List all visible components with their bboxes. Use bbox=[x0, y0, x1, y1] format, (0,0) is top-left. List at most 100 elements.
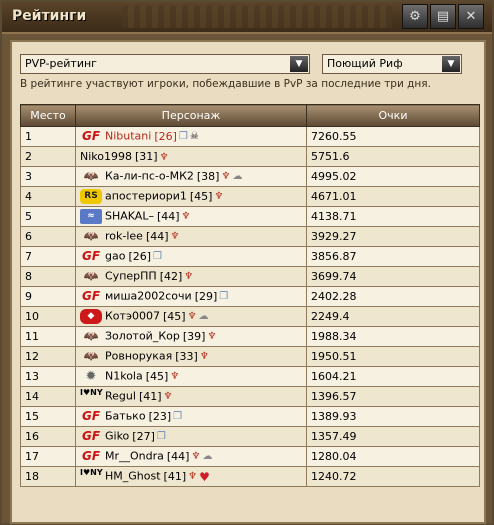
table-row[interactable]: 11 🦇 Золотой_Кор [39] ♆ 1988.34 bbox=[20, 326, 480, 347]
table-row[interactable]: 3 🦇 Ка-ли-пс-о-МК2 [38] ♆ ☁ 4995.02 bbox=[20, 166, 480, 187]
gift-icon[interactable]: ❒ bbox=[219, 291, 228, 302]
heart-icon[interactable]: ♥ bbox=[199, 470, 210, 484]
table-row[interactable]: 7 GF gao [26] ❒ 3856.87 bbox=[20, 246, 480, 267]
table-row[interactable]: 6 🦇 rok-lee [44] ♆ 3929.27 bbox=[20, 226, 480, 247]
character-name-link[interactable]: Mr__Ondra bbox=[105, 450, 164, 463]
character-name-link[interactable]: Regul bbox=[105, 390, 136, 403]
gift-icon[interactable]: ❒ bbox=[153, 251, 162, 262]
score-cell: 1389.93 bbox=[306, 406, 480, 427]
score-cell: 1240.72 bbox=[306, 466, 480, 487]
column-character[interactable]: Персонаж bbox=[75, 104, 307, 127]
character-name-link[interactable]: Niko1998 bbox=[80, 150, 132, 163]
table-row[interactable]: 15 GF Батько [23] ❒ 1389.93 bbox=[20, 406, 480, 427]
bird-icon[interactable]: ♆ bbox=[171, 231, 180, 242]
table-row[interactable]: 5 ≈ SHAKAL– [44] ♆ 4138.71 bbox=[20, 206, 480, 227]
bird-icon[interactable]: ♆ bbox=[164, 391, 173, 402]
character-cell: I♥NY HM_Ghost [41] ♆ ♥ bbox=[75, 466, 307, 487]
bird-icon[interactable]: ♆ bbox=[188, 471, 197, 482]
column-score[interactable]: Очки bbox=[306, 104, 480, 127]
cloud-icon[interactable]: ☁ bbox=[232, 171, 242, 182]
gift-icon[interactable]: ❒ bbox=[157, 431, 166, 442]
settings-icon[interactable]: ⚙ bbox=[402, 4, 428, 29]
clan-emblem-icon[interactable]: I♥NY bbox=[80, 389, 103, 404]
clan-emblem-icon[interactable]: 🦇 bbox=[80, 349, 102, 364]
bird-icon[interactable]: ♆ bbox=[188, 311, 197, 322]
bird-icon[interactable]: ♆ bbox=[207, 331, 216, 342]
clan-emblem-icon[interactable]: GF bbox=[80, 429, 102, 444]
clan-emblem-icon[interactable]: RS bbox=[80, 189, 102, 204]
chevron-down-icon[interactable]: ▼ bbox=[442, 56, 460, 72]
clan-emblem-icon[interactable]: 🦇 bbox=[80, 169, 102, 184]
cloud-icon[interactable]: ☁ bbox=[199, 311, 209, 322]
character-level: [44] bbox=[166, 449, 190, 463]
gift-icon[interactable]: ❒ bbox=[179, 131, 188, 142]
character-name-link[interactable]: Золотой_Кор bbox=[105, 330, 180, 343]
clan-emblem-icon[interactable]: 🦇 bbox=[80, 269, 102, 284]
cloud-icon[interactable]: ☁ bbox=[202, 451, 212, 462]
clan-emblem-icon[interactable]: ◆ bbox=[80, 309, 102, 324]
character-name-link[interactable]: Батько bbox=[105, 410, 146, 423]
clan-emblem-icon[interactable]: ✹ bbox=[80, 369, 102, 384]
table-header-row: Место Персонаж Очки bbox=[20, 104, 480, 127]
table-row[interactable]: 4 RS апостериори1 [45] ♆ 4671.01 bbox=[20, 186, 480, 207]
character-name-link[interactable]: HM_Ghost bbox=[105, 470, 161, 483]
clan-emblem-icon[interactable]: GF bbox=[80, 449, 102, 464]
bird-icon[interactable]: ♆ bbox=[182, 211, 191, 222]
skull-icon[interactable]: ☠ bbox=[190, 131, 199, 142]
place-cell: 11 bbox=[20, 326, 76, 347]
character-name-link[interactable]: N1kola bbox=[105, 370, 143, 383]
table-row[interactable]: 16 GF Giko [27] ❒ 1357.49 bbox=[20, 426, 480, 447]
gift-icon[interactable]: ❒ bbox=[173, 411, 182, 422]
character-name-link[interactable]: rok-lee bbox=[105, 230, 143, 243]
close-icon[interactable]: ✕ bbox=[458, 4, 484, 29]
rating-type-select[interactable]: PVP-рейтинг ▼ bbox=[20, 54, 310, 74]
clan-emblem-icon[interactable]: 🦇 bbox=[80, 229, 102, 244]
character-name-link[interactable]: Giko bbox=[105, 430, 129, 443]
bird-icon[interactable]: ♆ bbox=[160, 152, 169, 163]
character-cell: 🦇 Золотой_Кор [39] ♆ bbox=[75, 326, 307, 347]
table-row[interactable]: 17 GF Mr__Ondra [44] ♆ ☁ 1280.04 bbox=[20, 446, 480, 467]
title-bar[interactable]: Рейтинги ⚙ ▤ ✕ bbox=[2, 2, 492, 34]
table-row[interactable]: 9 GF миша2002сочи [29] ❒ 2402.28 bbox=[20, 286, 480, 307]
bird-icon[interactable]: ♆ bbox=[221, 171, 230, 182]
bird-icon[interactable]: ♆ bbox=[200, 351, 209, 362]
location-select[interactable]: Поющий Риф ▼ bbox=[322, 54, 462, 74]
clan-emblem-icon[interactable]: 🦇 bbox=[80, 329, 102, 344]
bird-icon[interactable]: ♆ bbox=[184, 271, 193, 282]
clan-emblem-icon[interactable]: GF bbox=[80, 289, 102, 304]
character-name-link[interactable]: Ровнорукая bbox=[105, 350, 172, 363]
character-name-link[interactable]: Котэ0007 bbox=[105, 310, 160, 323]
table-row[interactable]: 2 Niko1998 [31] ♆ 5751.6 bbox=[20, 146, 480, 167]
table-row[interactable]: 13 ✹ N1kola [45] ♆ 1604.21 bbox=[20, 366, 480, 387]
column-place[interactable]: Место bbox=[20, 104, 76, 127]
clan-emblem-icon[interactable]: ≈ bbox=[80, 209, 102, 224]
chevron-down-icon[interactable]: ▼ bbox=[290, 56, 308, 72]
clan-emblem-icon[interactable]: I♥NY bbox=[80, 469, 103, 484]
table-row[interactable]: 1 GF Nibutani [26] ❒ ☠ 7260.55 bbox=[20, 126, 480, 147]
character-level: [42] bbox=[159, 269, 183, 283]
table-row[interactable]: 10 ◆ Котэ0007 [45] ♆ ☁ 2249.4 bbox=[20, 306, 480, 327]
character-level: [23] bbox=[148, 409, 172, 423]
list-icon[interactable]: ▤ bbox=[430, 4, 456, 29]
character-name-link[interactable]: Ка-ли-пс-о-МК2 bbox=[105, 170, 194, 183]
bird-icon[interactable]: ♆ bbox=[170, 371, 179, 382]
character-name-link[interactable]: СуперПП bbox=[105, 270, 157, 283]
place-cell: 3 bbox=[20, 166, 76, 187]
character-name-link[interactable]: миша2002сочи bbox=[105, 290, 192, 303]
clan-emblem-icon[interactable]: GF bbox=[80, 129, 102, 144]
character-name-link[interactable]: апостериори1 bbox=[105, 190, 187, 203]
clan-emblem-icon[interactable]: GF bbox=[80, 409, 102, 424]
bird-icon[interactable]: ♆ bbox=[214, 191, 223, 202]
table-row[interactable]: 12 🦇 Ровнорукая [33] ♆ 1950.51 bbox=[20, 346, 480, 367]
character-name-link[interactable]: Nibutani bbox=[105, 130, 151, 143]
character-cell: ≈ SHAKAL– [44] ♆ bbox=[75, 206, 307, 227]
table-row[interactable]: 8 🦇 СуперПП [42] ♆ 3699.74 bbox=[20, 266, 480, 287]
character-name-link[interactable]: gao bbox=[105, 250, 125, 263]
clan-emblem-icon[interactable]: GF bbox=[80, 249, 102, 264]
table-row[interactable]: 18 I♥NY HM_Ghost [41] ♆ ♥ 1240.72 bbox=[20, 466, 480, 487]
character-level: [26] bbox=[154, 129, 177, 143]
table-row[interactable]: 14 I♥NY Regul [41] ♆ 1396.57 bbox=[20, 386, 480, 407]
bird-icon[interactable]: ♆ bbox=[191, 451, 200, 462]
character-cell: 🦇 rok-lee [44] ♆ bbox=[75, 226, 307, 247]
character-name-link[interactable]: SHAKAL– bbox=[105, 210, 154, 223]
